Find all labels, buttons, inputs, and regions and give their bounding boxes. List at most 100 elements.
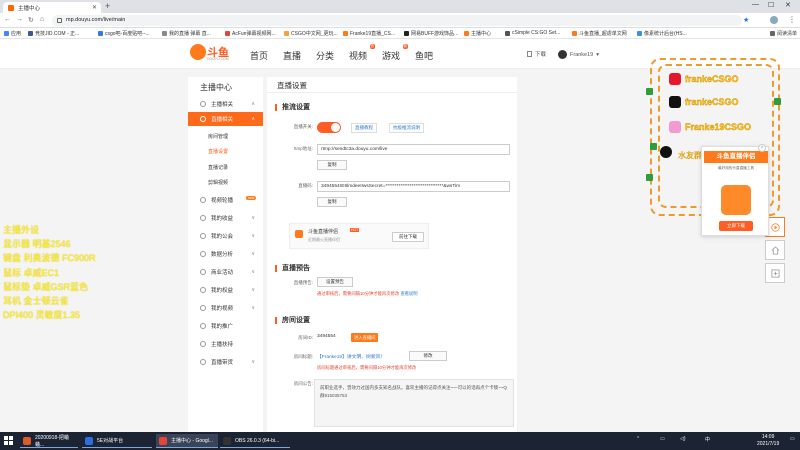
bookmarks-bar: 应用 竞技JID.COM - 正... csgo吧-百度贴吧--... 我的直播 弹幕… [0,28,800,39]
notification-icon[interactable]: ▭ [790,436,795,442]
sidebar-item[interactable]: 直播带货 ∨ [188,355,263,369]
home-icon[interactable]: ⌂ [40,16,44,23]
live-switch-toggle[interactable] [317,122,341,133]
enter-room-button[interactable]: 进入直播间 [351,333,379,342]
nav-game[interactable]: 游戏新 [382,44,409,62]
sidebar: 主播中心 主播相关 ∧ 直播相关 ∧ 房间管理 直播设置 直播记录 剪辑视频 视频轮播 new 我的… [188,77,263,432]
sidebar-item[interactable]: 视频轮播 new [188,193,263,207]
bookmark-item[interactable]: 应用 [4,30,21,37]
bookmark-item[interactable]: 阅读清单 [770,30,797,37]
app-icon [23,436,31,445]
douyu-logo[interactable]: 斗鱼 DOUYU.COM [190,43,240,63]
system-clock[interactable]: 14:09 2021/7/19 [757,434,779,448]
stream-key-label: 直播码: [298,183,313,188]
bookmark-item[interactable]: AcFun弹幕视频网... [225,30,276,37]
nav-yuba[interactable]: 鱼吧 [415,49,433,62]
sidebar-item[interactable]: 我的收益 ∨ [188,211,263,225]
taskbar-app[interactable]: 5E对战平台 [82,434,152,448]
bookmark-item[interactable]: 竞技JID.COM - 正... [28,30,79,37]
profile-avatar[interactable] [770,16,778,24]
sidebar-item-label: 我的公会 [211,234,234,240]
sidebar-item[interactable]: 我的视频 ∨ [188,301,263,315]
bookmark-item[interactable]: cSimple CS:GO Set... [505,30,560,36]
nav-video[interactable]: 视频热 [349,44,376,62]
taskbar-app[interactable]: 主播中心 - Googl... [156,434,218,448]
sidebar-item[interactable]: 我的权益 ∨ [188,283,263,297]
promo-download-button[interactable]: 前往下载 [392,232,424,242]
sidebar-item[interactable]: 主播相关 ∧ [188,97,263,111]
home-side-button[interactable] [765,240,785,260]
close-tab-icon[interactable]: ✕ [92,4,97,11]
preview-help-link[interactable]: 查看说明 [400,291,417,296]
bookmark-item[interactable]: 我的直播 弹幕 直... [162,30,211,37]
menu-item-icon [200,323,206,329]
minimize-icon[interactable]: — [752,1,759,8]
frame-pin [650,143,657,150]
bookmark-item[interactable]: Franke19直播_CS... [343,30,395,37]
bookmark-favicon-icon [284,31,289,36]
sidebar-item[interactable]: 我的推广 [188,319,263,333]
chevron-down-icon: ▾ [596,51,600,58]
maximize-icon[interactable]: ☐ [768,1,774,9]
sidebar-item-label: 我的推广 [211,324,234,330]
taskbar-app[interactable]: 20200918-把蛐蛐... [20,434,78,448]
set-preview-button[interactable]: 设置预告 [317,277,353,287]
url-input[interactable]: mp.douyu.com/live/main [52,15,742,26]
taskbar-app[interactable]: OBS 26.0.3 (64-bi... [220,434,290,448]
stream-key-field[interactable]: 3494554rE6lmdeeIIwsSecret=**************… [317,181,510,192]
bookmark-favicon-icon [637,31,642,36]
window-close-icon[interactable]: ✕ [785,1,791,9]
sidebar-item[interactable]: 直播记录 [188,162,263,174]
new-tab-icon[interactable]: + [105,1,110,11]
chevron-down-icon: ∨ [251,305,255,311]
nav-home[interactable]: 首页 [250,49,268,62]
forward-icon[interactable]: → [16,16,23,23]
rtmp-label: rtmp地址: [293,146,313,151]
bookmark-item[interactable]: csgo吧-百度贴吧--... [98,30,150,37]
reload-icon[interactable]: ↻ [28,16,34,24]
bookmark-item[interactable]: 像素统计后台(HS... [637,30,687,37]
bookmark-favicon-icon [162,31,167,36]
copy-rtmp-button[interactable]: 复制 [317,160,347,170]
windows-taskbar: 20200918-把蛐蛐... 5E对战平台 主播中心 - Googl... OBS … [0,432,800,450]
tray-chevron-icon[interactable]: ⌃ [636,436,640,442]
stream-doc-link[interactable]: 抗极推流说明 [389,123,424,133]
expand-side-button[interactable] [765,263,785,283]
sidebar-item[interactable]: 主播扶持 [188,337,263,351]
user-menu[interactable]: Franke19 ▾ [558,50,599,59]
menu-kebab-icon[interactable]: ⋮ [788,15,796,24]
gear-line: 鼠标 卓威EC1 [3,267,60,278]
back-icon[interactable]: ← [4,16,11,23]
windows-start-icon[interactable] [4,436,14,446]
edit-title-button[interactable]: 修改 [409,351,447,361]
tutorial-link[interactable]: 直播教程 [351,123,377,133]
bookmark-favicon-icon [464,31,469,36]
sidebar-item[interactable]: 剪辑视频 [188,177,263,189]
bookmark-item[interactable]: 网易BUFF游戏饰品... [404,30,458,37]
sidebar-item-label: 主播扶持 [211,342,234,348]
popup-close-icon[interactable]: × [758,144,766,152]
download-link[interactable]: 下载 [527,50,546,58]
sidebar-item[interactable]: 数据分析 ∨ [188,247,263,261]
bookmark-item[interactable]: 斗鱼直播_超虐单文网 [572,30,627,37]
network-icon[interactable]: ▭ [660,436,665,442]
bookmark-favicon-icon [28,31,33,36]
sidebar-item[interactable]: 我的公会 ∨ [188,229,263,243]
copy-key-button[interactable]: 复制 [317,197,347,207]
bookmark-star-icon[interactable]: ★ [743,16,749,24]
nav-category[interactable]: 分类 [316,49,334,62]
sidebar-item[interactable]: 直播相关 ∧ [188,112,263,126]
browser-tab[interactable]: 主播中心 ✕ [3,2,101,13]
bookmark-item[interactable]: CSGO中文网_更玩... [284,30,338,37]
announcement-textarea[interactable]: 前职业选手，曾效力过国内多支知名战队。喜欢主播的记得点关注~一可以的话再点个卡噢… [314,379,514,427]
rtmp-field[interactable]: rtmp://sendtc3a.douyu.com/live [317,144,510,155]
sidebar-item[interactable]: 房间管理 [188,131,263,143]
popup-download-button[interactable]: 立即下载 [719,221,753,231]
volume-icon[interactable]: ◁) [680,436,686,442]
bookmark-item[interactable]: 主播中心 [464,30,491,37]
sidebar-item[interactable]: 直播设置 [188,146,263,158]
sidebar-item[interactable]: 商业活动 ∨ [188,265,263,279]
url-text: mp.douyu.com/live/main [66,17,126,23]
ime-indicator[interactable]: 中 [705,436,710,443]
nav-live[interactable]: 直播 [283,49,301,62]
